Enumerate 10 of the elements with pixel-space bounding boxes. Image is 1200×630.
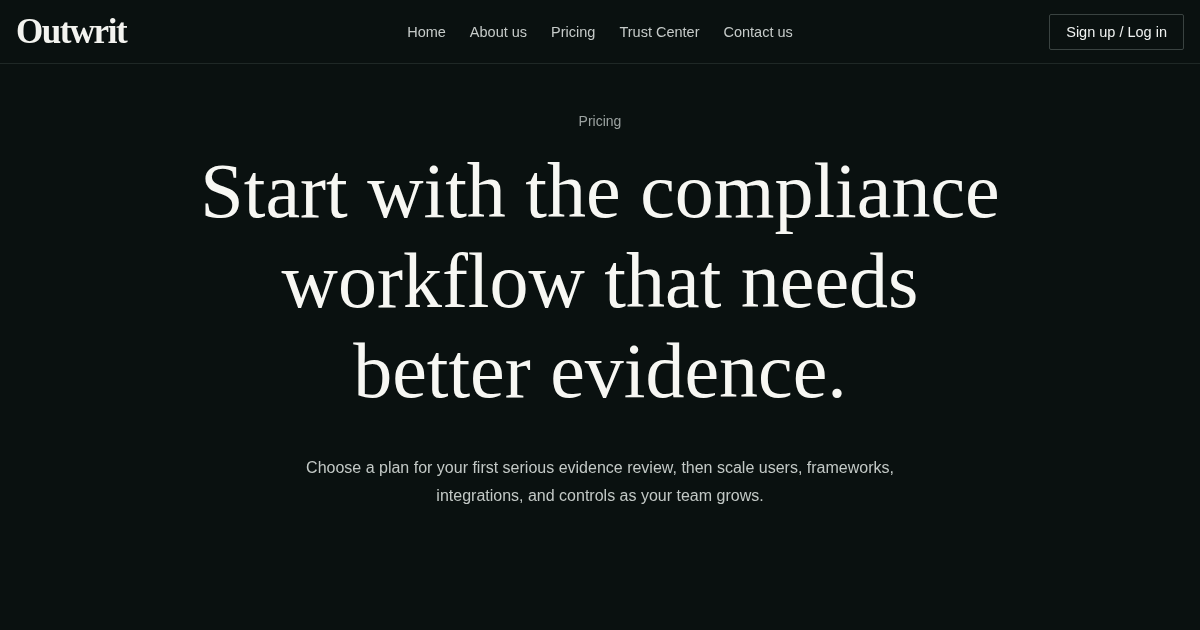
nav-link[interactable]: About us [469, 23, 528, 40]
nav-link[interactable]: Pricing [551, 23, 596, 40]
hero-headline: Start with the compliance workflow that needs better evidence. [199, 146, 1001, 416]
logo-link[interactable]: Outwrit [16, 14, 127, 49]
hero-subtitle: Choose a plan for your first serious evidence review, then scale users, frameworks, integrations, and controls as your team grows. [305, 458, 895, 506]
nav-link[interactable]: Home [407, 23, 446, 40]
sign-up-login-button[interactable]: Sign up / Log in [1049, 13, 1184, 50]
nav-link[interactable]: Contact us [723, 23, 793, 40]
nav-link[interactable]: Trust Center [619, 23, 700, 40]
section-eyebrow: Pricing [578, 112, 622, 130]
